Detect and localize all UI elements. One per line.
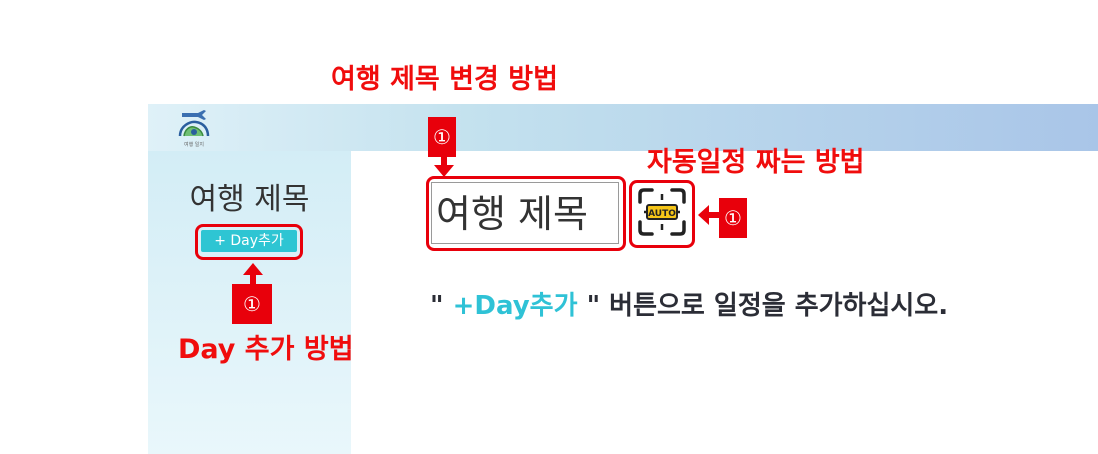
add-day-heading: Day 추가 방법 — [178, 334, 354, 365]
arrow-left-icon — [698, 205, 720, 225]
arrow-up-icon — [243, 263, 263, 284]
add-day-instruction: " +Day추가 " 버튼으로 일정을 추가하십시오. — [430, 288, 948, 324]
instruction-suffix: " 버튼으로 일정을 추가하십시오. — [577, 291, 949, 321]
airplane-globe-logo[interactable]: 여행 일지 — [176, 108, 212, 148]
instruction-prefix: " — [430, 291, 453, 321]
sidebar-trip-title: 여행 제목 — [189, 182, 310, 217]
logo-text: 여행 일지 — [184, 141, 204, 148]
arrow-down-icon — [434, 156, 454, 177]
app-header — [148, 104, 1098, 151]
instruction-accent: +Day추가 — [452, 291, 578, 321]
add-day-highlight — [195, 224, 303, 260]
title-step-badge: ① — [428, 117, 456, 157]
auto-step-badge: ① — [719, 198, 747, 238]
auto-button-highlight — [629, 180, 695, 248]
title-input-highlight — [426, 176, 626, 251]
add-day-step-badge: ① — [232, 284, 272, 324]
title-change-heading: 여행 제목 변경 방법 — [331, 64, 558, 95]
auto-schedule-heading: 자동일정 짜는 방법 — [647, 147, 865, 178]
